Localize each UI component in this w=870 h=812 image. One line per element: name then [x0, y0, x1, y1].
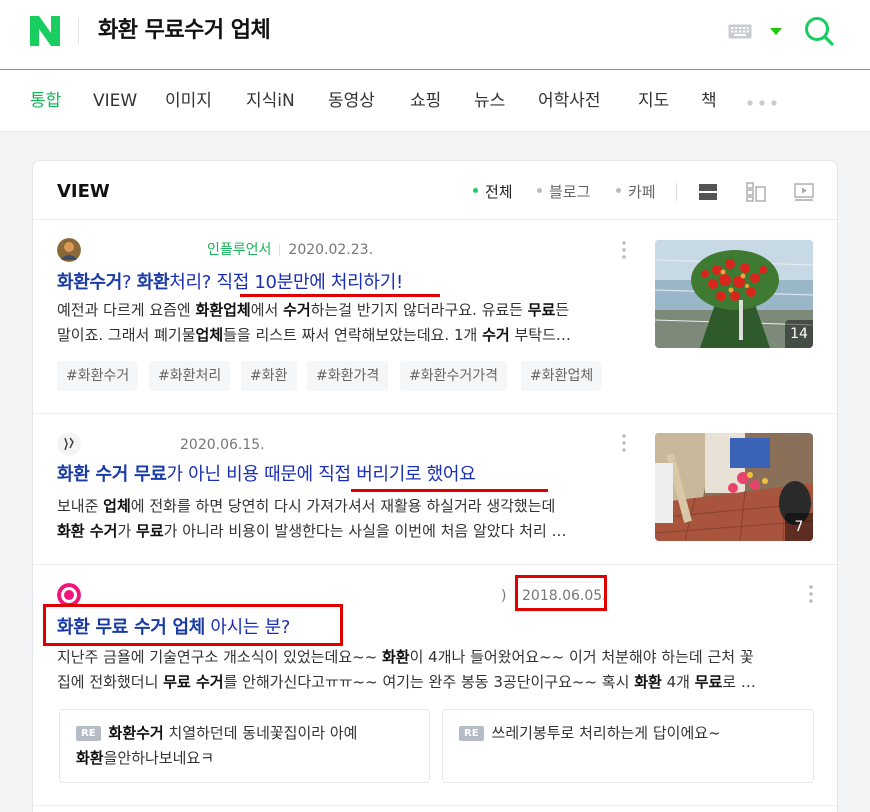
more-tabs-icon[interactable]	[747, 100, 777, 106]
dot-icon	[616, 188, 621, 193]
image-count-badge: 14	[785, 320, 813, 348]
view-section: VIEW 전체 블로그 카페 인플루언서 2020.02.23. 화환수거? 화환…	[32, 160, 838, 812]
reply-badge: RE	[459, 726, 484, 741]
split-view-icon[interactable]	[745, 181, 767, 203]
avatar[interactable]	[57, 432, 81, 456]
tab-map[interactable]: 지도	[638, 90, 669, 112]
filter-divider	[676, 183, 677, 201]
result-title[interactable]: 화환수거? 화환처리? 직접 10분만에 처리하기!	[57, 270, 403, 296]
highlight-underline	[240, 294, 440, 297]
tab-news[interactable]: 뉴스	[474, 90, 505, 112]
hashtag[interactable]: #화환가격	[307, 361, 389, 391]
keyboard-icon[interactable]	[728, 24, 752, 39]
result-description: 지난주 금욜에 기술연구소 개소식이 있었는데요~~ 화환이 4개나 들어왔어요…	[57, 648, 756, 691]
result-description: 보내준 업체에 전화를 하면 당연히 다시 가져가셔서 재활용 하실거라 생각했…	[57, 497, 567, 540]
section-divider	[33, 219, 837, 220]
list-view-icon[interactable]	[697, 181, 719, 203]
author-name-end: )	[501, 588, 507, 604]
hashtag[interactable]: #화환업체	[521, 361, 603, 391]
result-divider	[33, 564, 837, 565]
tab-knowledge-in[interactable]: 지식iN	[246, 90, 295, 112]
reply-badge: RE	[76, 726, 101, 741]
naver-logo-icon[interactable]	[28, 14, 62, 48]
tab-book[interactable]: 책	[701, 90, 717, 112]
filter-blog[interactable]: 블로그	[537, 181, 590, 203]
tab-integrated[interactable]: 통합	[30, 90, 61, 112]
logo-divider	[78, 18, 79, 44]
hashtag[interactable]: #화환수거가격	[400, 361, 508, 391]
search-tabs: 통합 VIEW 이미지 지식iN 동영상 쇼핑 뉴스 어학사전 지도 책	[0, 70, 870, 132]
search-header: 화환 무료수거 업체	[0, 0, 870, 70]
chevron-down-icon[interactable]	[770, 28, 782, 35]
filter-cafe-label: 카페	[628, 183, 656, 201]
result-meta: )	[501, 586, 506, 606]
result-divider	[33, 805, 837, 806]
hashtag[interactable]: #화환처리	[149, 361, 231, 391]
filter-cafe[interactable]: 카페	[616, 181, 656, 203]
filter-blog-label: 블로그	[549, 183, 591, 201]
reply-preview[interactable]: RE 화환수거 치열하던데 동네꽃집이라 아예 화환을안하나보네요ㅋ	[59, 709, 430, 783]
tab-view[interactable]: VIEW	[93, 90, 137, 112]
result-thumbnail[interactable]: 7	[655, 433, 813, 541]
section-title: VIEW	[57, 181, 110, 202]
tab-video[interactable]: 동영상	[328, 90, 375, 112]
tab-shopping[interactable]: 쇼핑	[410, 90, 441, 112]
highlight-underline	[351, 489, 548, 492]
meta-divider	[279, 244, 281, 256]
result-title[interactable]: 화환 수거 무료가 아닌 비용 때문에 직접 버리기로 했어요	[57, 462, 476, 488]
hashtag[interactable]: #화환	[241, 361, 297, 391]
hashtag[interactable]: #화환수거	[57, 361, 139, 391]
tab-dictionary[interactable]: 어학사전	[538, 90, 601, 112]
search-query[interactable]: 화환 무료수거 업체	[98, 14, 271, 48]
more-options-icon[interactable]	[622, 434, 626, 452]
avatar[interactable]	[57, 238, 81, 262]
result-thumbnail[interactable]: 14	[655, 240, 813, 348]
filter-all-label: 전체	[485, 183, 513, 201]
active-dot-icon	[473, 188, 478, 193]
filter-all[interactable]: 전체	[473, 181, 513, 203]
highlight-box	[43, 604, 343, 646]
dot-icon	[537, 188, 542, 193]
more-options-icon[interactable]	[809, 585, 813, 603]
video-view-icon[interactable]	[793, 181, 815, 203]
search-icon[interactable]	[804, 16, 834, 46]
post-date: 2020.02.23.	[288, 242, 374, 258]
tab-image[interactable]: 이미지	[165, 90, 212, 112]
highlight-box	[515, 575, 607, 611]
influencer-badge[interactable]: 인플루언서	[207, 242, 271, 258]
reply-preview[interactable]: RE 쓰레기봉투로 처리하는게 답이에요~	[442, 709, 814, 783]
result-meta: 인플루언서 2020.02.23.	[207, 240, 373, 260]
more-options-icon[interactable]	[622, 241, 626, 259]
post-date: 2020.06.15.	[180, 437, 265, 453]
image-count-badge: 7	[785, 513, 813, 541]
result-meta: 2020.06.15.	[180, 435, 265, 455]
result-description: 예전과 다르게 요즘엔 화환업체에서 수거하는걸 반기지 않더라구요. 유료든 …	[57, 301, 571, 344]
result-divider	[33, 413, 837, 414]
